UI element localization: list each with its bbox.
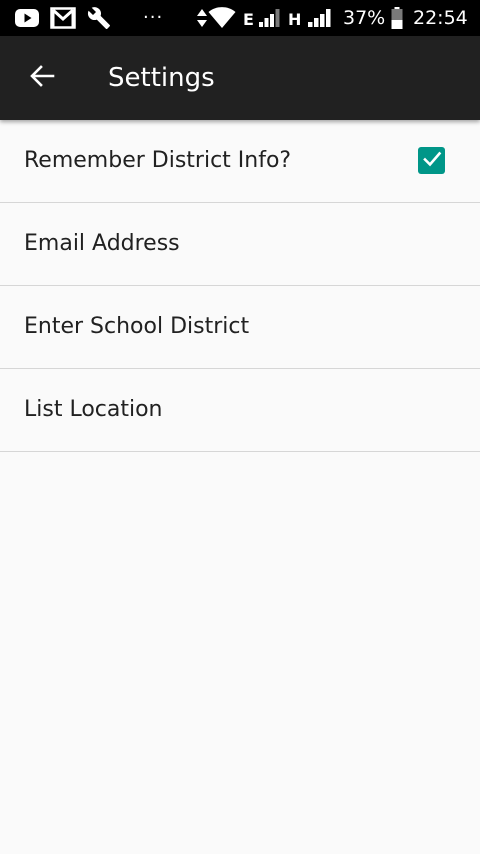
setting-list-location[interactable]: List Location [0, 369, 480, 452]
status-time: 22:54 [413, 7, 468, 29]
setting-remember-district-info[interactable]: Remember District Info? [0, 120, 480, 203]
signal-icon [258, 0, 280, 36]
data-arrows-icon [196, 0, 208, 36]
setting-email-address[interactable]: Email Address [0, 203, 480, 286]
network-type-label: E [243, 10, 254, 29]
setting-label: Enter School District [24, 314, 250, 339]
setting-label: List Location [24, 397, 163, 422]
page-title: Settings [108, 63, 215, 93]
notification-overflow-dots: ··· [143, 7, 164, 28]
arrow-back-icon [29, 64, 55, 92]
status-bar: ··· E H 37% 22:54 [0, 0, 480, 36]
setting-label: Remember District Info? [24, 148, 292, 173]
remember-district-checkbox[interactable] [418, 147, 445, 174]
youtube-icon [14, 0, 40, 36]
gmail-icon [50, 0, 76, 36]
wifi-icon [208, 0, 236, 36]
back-button[interactable] [18, 54, 66, 102]
settings-list: Remember District Info? Email Address En… [0, 120, 480, 452]
wrench-icon [86, 0, 112, 36]
checkmark-icon [421, 148, 443, 174]
battery-icon [390, 0, 404, 36]
setting-enter-school-district[interactable]: Enter School District [0, 286, 480, 369]
network-type-label: H [288, 10, 302, 29]
signal-icon [307, 0, 331, 36]
setting-label: Email Address [24, 231, 180, 256]
battery-percent: 37% [343, 7, 386, 29]
app-bar: Settings [0, 36, 480, 120]
